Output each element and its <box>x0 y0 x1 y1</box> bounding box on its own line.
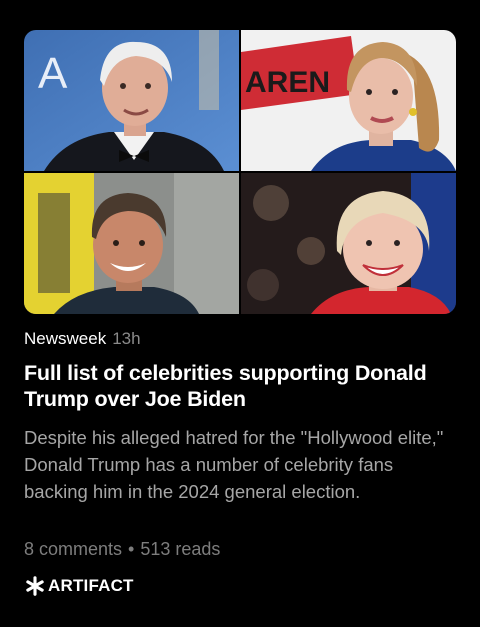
reads-count: 513 reads <box>140 539 221 559</box>
brand-name: ARTIFACT <box>48 576 134 595</box>
image-tile-woman-with-ponytail: AREN <box>241 30 456 171</box>
article-meta: Newsweek 13h <box>24 329 141 349</box>
brand: ARTIFACT <box>24 575 134 597</box>
article-age: 13h <box>112 329 141 348</box>
article-image-mosaic[interactable]: A AREN <box>24 30 456 314</box>
article-summary: Despite his alleged hatred for the "Holl… <box>24 427 444 502</box>
image-tile-smiling-man <box>24 173 239 314</box>
tile-background-text: AREN <box>245 66 330 99</box>
article-card[interactable]: A AREN Newsweek 13h Full list of celebri… <box>24 30 456 596</box>
source-name[interactable]: Newsweek <box>24 329 106 348</box>
image-tile-smiling-woman <box>241 173 456 314</box>
comments-count[interactable]: 8 comments <box>24 539 122 559</box>
asterisk-logo-icon <box>26 576 44 596</box>
tile-background-text: A <box>38 49 68 98</box>
article-stats: 8 comments • 513 reads <box>24 539 220 560</box>
image-tile-man-in-tuxedo: A <box>24 30 239 171</box>
stats-separator: • <box>128 539 135 559</box>
article-headline[interactable]: Full list of celebrities supporting Dona… <box>24 360 456 412</box>
